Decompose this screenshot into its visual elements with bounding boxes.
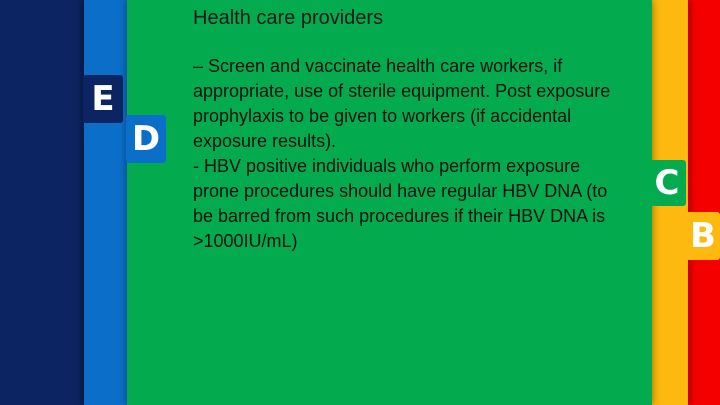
paragraph-hbv-positive: - HBV positive individuals who perform e… — [193, 156, 608, 251]
slide-body: – Screen and vaccinate health care worke… — [193, 54, 613, 254]
tab-b[interactable]: B — [686, 212, 720, 260]
tab-c[interactable]: C — [648, 160, 686, 206]
tab-e[interactable]: E — [83, 75, 123, 123]
slide-title: Health care providers — [193, 7, 384, 29]
blue-stripe — [84, 0, 130, 405]
red-stripe — [686, 0, 720, 405]
tab-d[interactable]: D — [126, 115, 166, 163]
navy-stripe — [0, 0, 88, 405]
paragraph-screening: – Screen and vaccinate health care worke… — [193, 56, 611, 151]
